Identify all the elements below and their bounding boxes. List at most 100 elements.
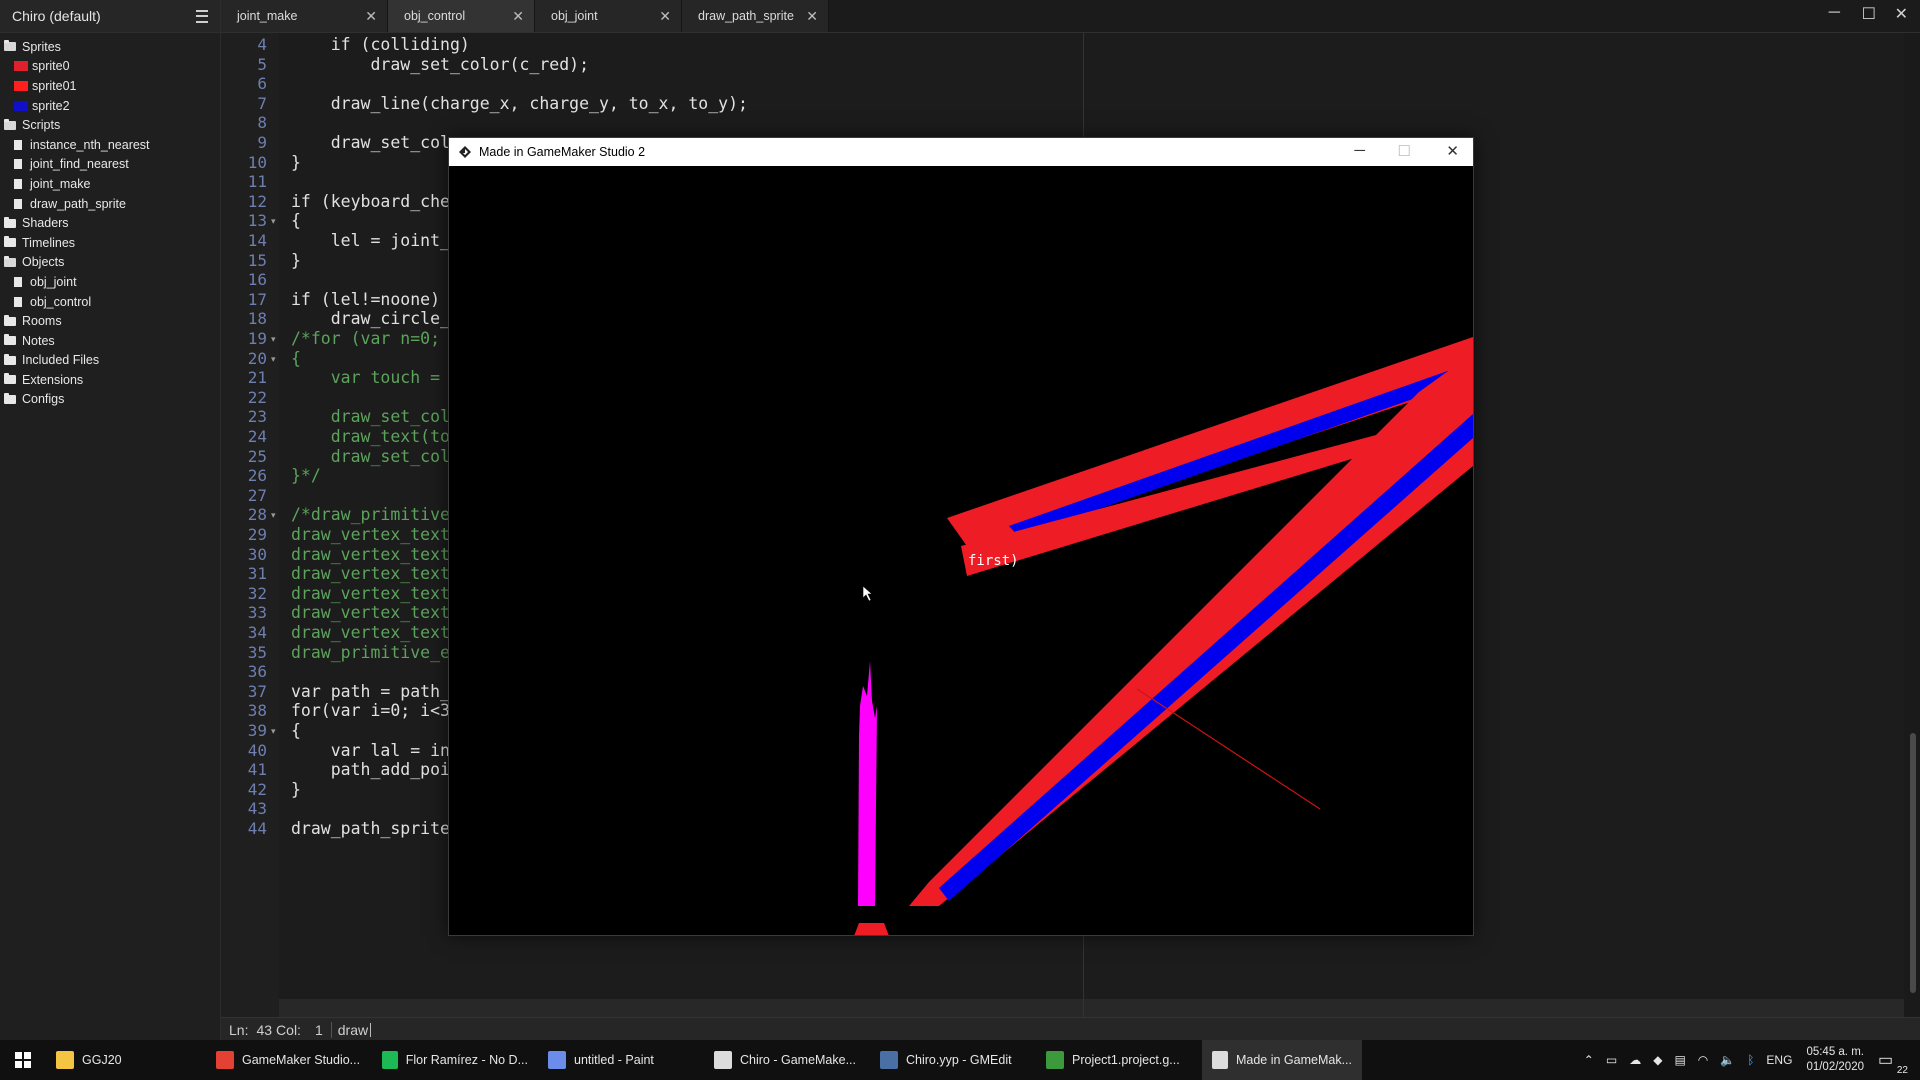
code-line[interactable]: { [291,211,301,230]
tree-item[interactable]: sprite2 [0,96,220,116]
close-icon[interactable]: ✕ [512,8,524,25]
tab-joint-make[interactable]: joint_make ✕ [221,0,388,32]
bluetooth-icon[interactable]: ᛒ [1747,1053,1754,1067]
code-line[interactable]: draw_text(to [291,427,450,446]
code-line[interactable]: var touch = [291,368,440,387]
code-line[interactable]: for(var i=0; i<3 [291,701,450,720]
project-header: Chiro (default) [0,0,220,33]
code-line[interactable]: draw_vertex_text [291,545,450,564]
tree-item[interactable]: obj_control [0,292,220,312]
fold-chevron-icon[interactable]: ▾ [271,510,276,521]
folder-sync-icon[interactable]: ▤ [1674,1053,1685,1067]
tree-item[interactable]: draw_path_sprite [0,194,220,214]
tree-item[interactable]: Notes [0,331,220,351]
taskbar-app-button[interactable]: GameMaker Studio... [206,1040,372,1080]
code-line[interactable]: draw_vertex_text [291,603,450,622]
tab-obj-control[interactable]: obj_control ✕ [388,0,535,32]
code-line[interactable]: draw_set_col [291,133,450,152]
code-line[interactable]: if (lel!=noone) [291,290,440,309]
resource-tree: Sprites sprite0 sprite01 sprite2 Scripts inst… [0,33,220,409]
code-line[interactable]: { [291,349,301,368]
tree-item[interactable]: joint_make [0,174,220,194]
game-canvas[interactable]: first) [449,166,1473,935]
tree-item[interactable]: sprite01 [0,76,220,96]
fold-chevron-icon[interactable]: ▾ [271,216,276,227]
code-line[interactable]: draw_line(charge_x, charge_y, to_x, to_y… [291,94,748,113]
game-window[interactable]: Made in GameMaker Studio 2 ─ ☐ ✕ first) [448,137,1474,936]
code-line[interactable]: } [291,780,301,799]
taskbar-app-button[interactable]: Made in GameMak... [1202,1040,1362,1080]
fold-chevron-icon[interactable]: ▾ [271,726,276,737]
tree-item[interactable]: Scripts [0,115,220,135]
tab-label: obj_control [404,9,466,23]
taskbar-app-button[interactable]: Project1.project.g... [1036,1040,1202,1080]
windows-start-icon[interactable] [0,1040,46,1080]
dropbox-icon[interactable]: ◆ [1653,1053,1662,1067]
tree-item[interactable]: Rooms [0,311,220,331]
code-line[interactable]: draw_set_col [291,447,450,466]
code-line[interactable]: draw_set_color(c_red); [291,55,589,74]
tab-draw-path-sprite[interactable]: draw_path_sprite ✕ [682,0,829,32]
code-line[interactable]: } [291,153,301,172]
close-icon[interactable]: ✕ [1446,142,1459,160]
code-line[interactable]: } [291,251,301,270]
tree-item[interactable]: Included Files [0,351,220,371]
hamburger-menu-icon[interactable] [196,9,208,23]
tree-item[interactable]: instance_nth_nearest [0,135,220,155]
close-icon[interactable]: ✕ [806,8,818,25]
code-line[interactable]: path_add_poin [291,760,460,779]
tree-item[interactable]: joint_find_nearest [0,155,220,175]
code-line[interactable]: var lal = in [291,741,450,760]
game-window-titlebar[interactable]: Made in GameMaker Studio 2 ─ ☐ ✕ [449,138,1473,166]
taskbar-app-button[interactable]: GGJ20 [46,1040,206,1080]
code-line[interactable]: lel = joint_ [291,231,450,250]
clock[interactable]: 05:45 a. m. 01/02/2020 [1806,1045,1864,1075]
fold-chevron-icon[interactable]: ▾ [271,354,276,365]
wifi-icon[interactable]: ◠ [1698,1053,1708,1067]
taskbar-app-button[interactable]: Chiro.yyp - GMEdit [870,1040,1036,1080]
code-line[interactable]: draw_vertex_text [291,525,450,544]
taskbar-app-button[interactable]: Flor Ramírez - No D... [372,1040,538,1080]
app-icon [714,1051,732,1069]
vertical-scrollbar[interactable] [1904,33,1920,1017]
line-number: 6 [257,74,267,94]
scrollbar-thumb[interactable] [1910,733,1916,993]
maximize-icon[interactable]: ☐ [1862,4,1876,24]
tree-item[interactable]: Objects [0,253,220,273]
code-line[interactable]: if (colliding) [291,35,470,54]
code-line[interactable]: draw_vertex_text [291,564,450,583]
fold-chevron-icon[interactable]: ▾ [271,334,276,345]
code-line[interactable]: if (keyboard_che [291,192,450,211]
code-line[interactable]: draw_vertex_text [291,623,450,642]
chevron-up-icon[interactable]: ⌃ [1584,1053,1594,1067]
code-line[interactable]: draw_set_col [291,407,450,426]
tree-item[interactable]: Sprites [0,37,220,57]
close-window-icon[interactable]: ✕ [1895,4,1908,24]
minimize-icon[interactable]: ─ [1354,142,1365,159]
tree-item[interactable]: Configs [0,390,220,410]
tree-item[interactable]: Shaders [0,213,220,233]
tree-item[interactable]: sprite0 [0,57,220,77]
code-line[interactable]: draw_circle_ [291,309,450,328]
code-line[interactable]: var path = path_ [291,682,450,701]
close-icon[interactable]: ✕ [659,8,671,25]
battery-icon[interactable]: ▭ [1606,1053,1617,1067]
code-line[interactable]: { [291,721,301,740]
tab-obj-joint[interactable]: obj_joint ✕ [535,0,682,32]
cloud-icon[interactable]: ☁ [1629,1053,1641,1067]
tree-item[interactable]: obj_joint [0,272,220,292]
minimize-icon[interactable]: ─ [1829,4,1840,22]
taskbar-app-button[interactable]: Chiro - GameMake... [704,1040,870,1080]
action-center-icon[interactable]: ▭ 22 [1878,1050,1908,1076]
close-icon[interactable]: ✕ [365,8,377,25]
code-line[interactable]: /*for (var n=0; [291,329,440,348]
tree-item[interactable]: Timelines [0,233,220,253]
code-line[interactable]: draw_vertex_text [291,584,450,603]
input-language[interactable]: ENG [1766,1053,1792,1067]
code-line[interactable]: draw_primitive_e [291,643,450,662]
code-line[interactable]: }*/ [291,466,321,485]
code-line[interactable]: /*draw_primitive [291,505,450,524]
tree-item[interactable]: Extensions [0,370,220,390]
taskbar-app-button[interactable]: untitled - Paint [538,1040,704,1080]
volume-icon[interactable]: 🔈 [1720,1053,1735,1067]
